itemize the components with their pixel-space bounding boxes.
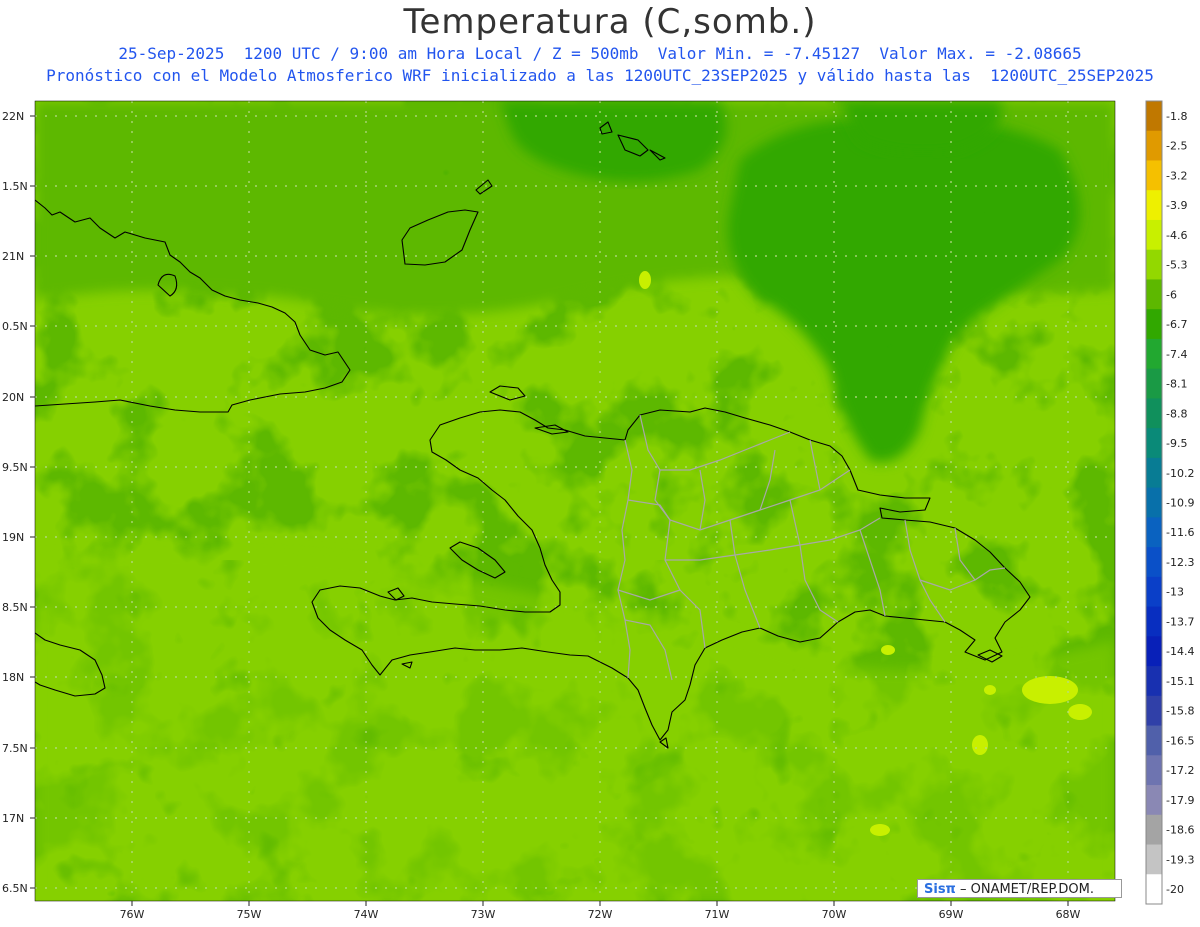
colorbar-label: -3.9: [1166, 199, 1187, 212]
colorbar-swatch: [1146, 576, 1162, 608]
colorbar-swatch: [1146, 725, 1162, 756]
colorbar-swatch: [1146, 338, 1162, 370]
colorbar-swatch: [1146, 666, 1162, 697]
lat-tick-label: 22N: [2, 110, 24, 123]
colorbar-label: -17.2: [1166, 764, 1194, 777]
colorbar-swatch: [1146, 844, 1162, 875]
lon-tick-label: 76W: [120, 908, 145, 921]
lat-tick-label: 18N: [2, 671, 24, 684]
subtitle-model-info: Pronóstico con el Modelo Atmosferico WRF…: [46, 66, 1154, 85]
lon-tick-label: 70W: [822, 908, 847, 921]
colorbar-swatch: [1146, 101, 1162, 132]
colorbar-swatch: [1146, 279, 1162, 310]
colorbar-swatch: [1146, 457, 1162, 489]
field-south-mottle: [35, 560, 1115, 901]
lon-tick-label: 74W: [354, 908, 379, 921]
colorbar-label: -5.3: [1166, 259, 1187, 272]
lon-tick-label: 68W: [1056, 908, 1081, 921]
colorbar-label: -20: [1166, 883, 1184, 896]
colorbar-swatch: [1146, 517, 1162, 548]
sispi-onamet-logo: Sisπ – ONAMET/REP.DOM.: [917, 879, 1122, 898]
colorbar-swatch: [1146, 398, 1162, 429]
colorbar-swatch: [1146, 606, 1162, 637]
colorbar-swatch: [1146, 368, 1162, 399]
colorbar-swatch: [1146, 249, 1162, 280]
colorbar-swatch: [1146, 130, 1162, 161]
lat-tick-label: 6.5N: [2, 882, 28, 895]
lat-tick-label: 1.5N: [2, 180, 28, 193]
colorbar-swatch: [1146, 190, 1162, 221]
forecast-map: 22N 1.5N 21N 0.5N 20N 9.5N 19N 8.5N 18N …: [2, 100, 1194, 921]
logo-brand: Sisπ: [924, 882, 956, 897]
colorbar-label: -14.4: [1166, 645, 1194, 658]
colorbar-label: -7.4: [1166, 348, 1187, 361]
colorbar-swatch: [1146, 785, 1162, 816]
colorbar-label: -8.8: [1166, 407, 1187, 420]
colorbar-label: -19.3: [1166, 853, 1194, 866]
colorbar-label: -2.5: [1166, 140, 1187, 153]
colorbar-swatch: [1146, 695, 1162, 727]
lat-tick-label: 17N: [2, 812, 24, 825]
lat-tick-label: 7.5N: [2, 742, 28, 755]
lat-tick-label: 20N: [2, 391, 24, 404]
lat-tick-label: 8.5N: [2, 601, 28, 614]
lat-tick-label: 0.5N: [2, 320, 28, 333]
colorbar-label: -17.9: [1166, 794, 1194, 807]
colorbar-label: -15.1: [1166, 675, 1194, 688]
colorbar-label: -10.9: [1166, 497, 1194, 510]
colorbar-label: -18.6: [1166, 824, 1194, 837]
colorbar-label: -6.7: [1166, 318, 1187, 331]
colorbar-label: -15.8: [1166, 705, 1194, 718]
lon-tick-label: 71W: [705, 908, 730, 921]
lon-tick-label: 69W: [939, 908, 964, 921]
logo-text: – ONAMET/REP.DOM.: [955, 882, 1094, 897]
colorbar-label: -11.6: [1166, 526, 1194, 539]
colorbar-swatch: [1146, 755, 1162, 786]
map-title: Temperatura (C,somb.): [403, 2, 817, 42]
subtitle-valid-time: 25-Sep-2025 1200 UTC / 9:00 am Hora Loca…: [118, 44, 1082, 63]
colorbar-label: -6: [1166, 288, 1177, 301]
lon-tick-label: 72W: [588, 908, 613, 921]
lon-axis: 76W 75W 74W 73W 72W 71W 70W 69W 68W: [120, 901, 1081, 921]
colorbar-label: -12.3: [1166, 556, 1194, 569]
colorbar-swatch: [1146, 428, 1162, 459]
colorbar-label: -4.6: [1166, 229, 1187, 242]
lat-tick-label: 19N: [2, 531, 24, 544]
colorbar-swatch: [1146, 547, 1162, 578]
lon-tick-label: 73W: [471, 908, 496, 921]
lat-tick-label: 21N: [2, 250, 24, 263]
colorbar: -1.8 -2.5 -3.2 -3.9 -4.6 -5.3 -6 -6.7 -7.4 -8.1 -8…: [1145, 100, 1194, 905]
colorbar-label: -9.5: [1166, 437, 1187, 450]
colorbar-label: -3.2: [1166, 169, 1187, 182]
colorbar-swatch: [1146, 219, 1162, 251]
lon-tick-label: 75W: [237, 908, 262, 921]
colorbar-label: -10.2: [1166, 467, 1194, 480]
colorbar-swatch: [1146, 874, 1162, 905]
colorbar-swatch: [1146, 487, 1162, 518]
colorbar-label: -8.1: [1166, 378, 1187, 391]
colorbar-swatch: [1146, 636, 1162, 667]
colorbar-swatch: [1146, 309, 1162, 340]
lat-axis: 22N 1.5N 21N 0.5N 20N 9.5N 19N 8.5N 18N …: [2, 110, 35, 895]
temperature-field: [35, 101, 1115, 901]
colorbar-swatch: [1146, 160, 1162, 191]
colorbar-label: -13: [1166, 586, 1184, 599]
colorbar-label: -16.5: [1166, 734, 1194, 747]
colorbar-swatch: [1146, 814, 1162, 846]
lat-tick-label: 9.5N: [2, 461, 28, 474]
colorbar-label: -1.8: [1166, 110, 1187, 123]
colorbar-label: -13.7: [1166, 615, 1194, 628]
